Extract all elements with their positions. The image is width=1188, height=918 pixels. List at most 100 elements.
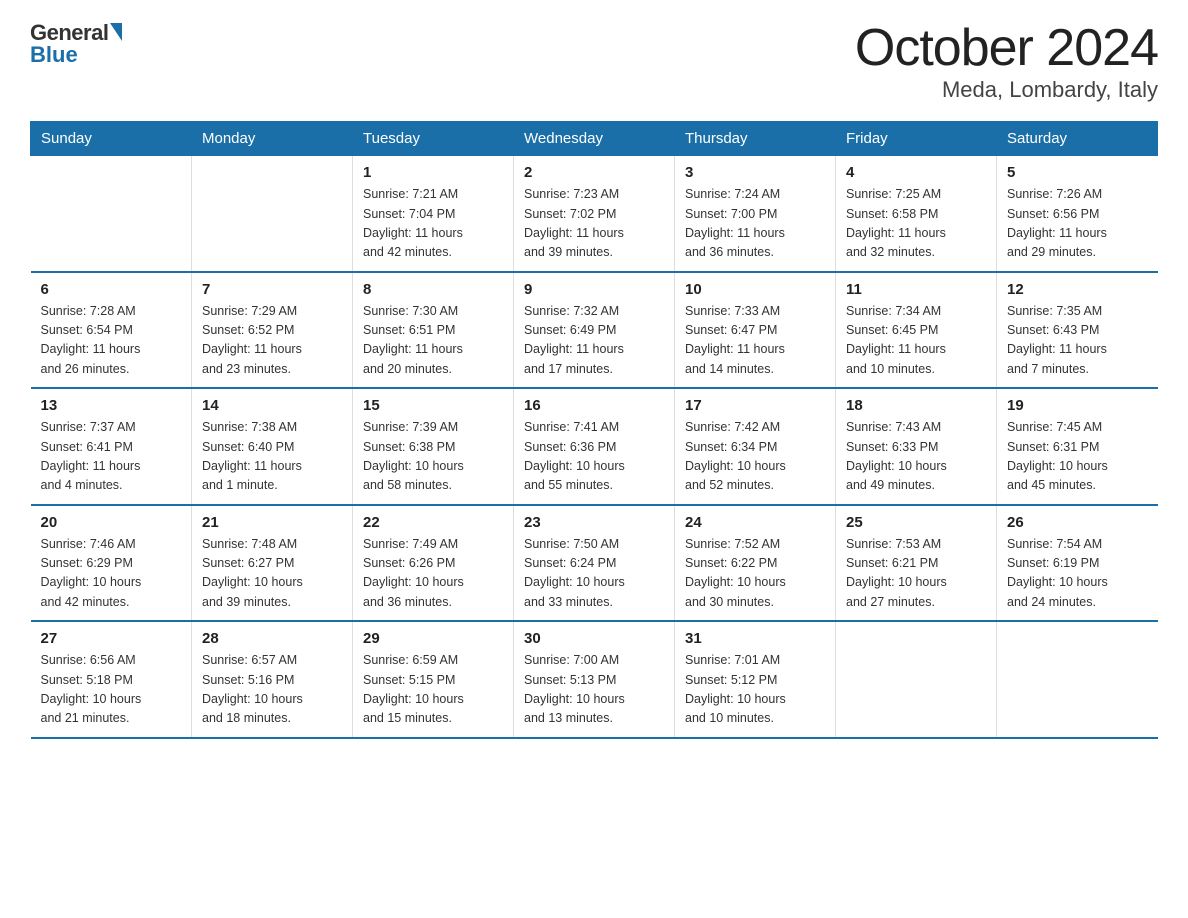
week-row-4: 20 Sunrise: 7:46 AM Sunset: 6:29 PM Dayli… bbox=[31, 505, 1158, 622]
day-info: Sunrise: 7:43 AM Sunset: 6:33 PM Dayligh… bbox=[846, 418, 986, 496]
day-number: 2 bbox=[524, 164, 664, 181]
calendar-subtitle: Meda, Lombardy, Italy bbox=[855, 77, 1158, 103]
calendar-cell: 18Sunrise: 7:43 AM Sunset: 6:33 PM Dayli… bbox=[836, 388, 997, 505]
day-info: Sunrise: 7:28 AM Sunset: 6:54 PM Dayligh… bbox=[41, 302, 182, 380]
day-info: Sunrise: 7:54 AM Sunset: 6:19 PM Dayligh… bbox=[1007, 535, 1148, 613]
day-info: Sunrise: 7:45 AM Sunset: 6:31 PM Dayligh… bbox=[1007, 418, 1148, 496]
day-number: 5 bbox=[1007, 164, 1148, 181]
calendar-cell: 12 Sunrise: 7:35 AM Sunset: 6:43 PM Dayli… bbox=[997, 272, 1158, 389]
week-row-2: 6 Sunrise: 7:28 AM Sunset: 6:54 PM Daylig… bbox=[31, 272, 1158, 389]
calendar-cell: 1Sunrise: 7:21 AM Sunset: 7:04 PM Daylig… bbox=[353, 156, 514, 272]
day-info: Sunrise: 7:29 AM Sunset: 6:52 PM Dayligh… bbox=[202, 302, 342, 380]
calendar-cell: 7Sunrise: 7:29 AM Sunset: 6:52 PM Daylig… bbox=[192, 272, 353, 389]
day-info: Sunrise: 7:53 AM Sunset: 6:21 PM Dayligh… bbox=[846, 535, 986, 613]
day-number: 24 bbox=[685, 514, 825, 531]
day-info: Sunrise: 7:26 AM Sunset: 6:56 PM Dayligh… bbox=[1007, 185, 1148, 263]
calendar-cell bbox=[192, 156, 353, 272]
day-number: 12 bbox=[1007, 281, 1148, 298]
calendar-cell: 23Sunrise: 7:50 AM Sunset: 6:24 PM Dayli… bbox=[514, 505, 675, 622]
day-info: Sunrise: 6:59 AM Sunset: 5:15 PM Dayligh… bbox=[363, 651, 503, 729]
calendar-cell: 11 Sunrise: 7:34 AM Sunset: 6:45 PM Dayli… bbox=[836, 272, 997, 389]
day-number: 27 bbox=[41, 630, 182, 647]
day-info: Sunrise: 7:35 AM Sunset: 6:43 PM Dayligh… bbox=[1007, 302, 1148, 380]
calendar-title: October 2024 bbox=[855, 20, 1158, 77]
day-number: 15 bbox=[363, 397, 503, 414]
day-info: Sunrise: 7:30 AM Sunset: 6:51 PM Dayligh… bbox=[363, 302, 503, 380]
day-number: 4 bbox=[846, 164, 986, 181]
calendar-cell: 21Sunrise: 7:48 AM Sunset: 6:27 PM Dayli… bbox=[192, 505, 353, 622]
day-number: 26 bbox=[1007, 514, 1148, 531]
day-number: 9 bbox=[524, 281, 664, 298]
day-info: Sunrise: 7:39 AM Sunset: 6:38 PM Dayligh… bbox=[363, 418, 503, 496]
day-info: Sunrise: 7:41 AM Sunset: 6:36 PM Dayligh… bbox=[524, 418, 664, 496]
day-info: Sunrise: 6:57 AM Sunset: 5:16 PM Dayligh… bbox=[202, 651, 342, 729]
day-info: Sunrise: 7:38 AM Sunset: 6:40 PM Dayligh… bbox=[202, 418, 342, 496]
day-number: 6 bbox=[41, 281, 182, 298]
day-number: 21 bbox=[202, 514, 342, 531]
calendar-cell: 16 Sunrise: 7:41 AM Sunset: 6:36 PM Dayli… bbox=[514, 388, 675, 505]
day-info: Sunrise: 7:52 AM Sunset: 6:22 PM Dayligh… bbox=[685, 535, 825, 613]
calendar-cell: 30 Sunrise: 7:00 AM Sunset: 5:13 PM Dayli… bbox=[514, 621, 675, 738]
calendar-table: SundayMondayTuesdayWednesdayThursdayFrid… bbox=[30, 121, 1158, 739]
day-number: 19 bbox=[1007, 397, 1148, 414]
day-number: 13 bbox=[41, 397, 182, 414]
day-number: 10 bbox=[685, 281, 825, 298]
day-info: Sunrise: 7:24 AM Sunset: 7:00 PM Dayligh… bbox=[685, 185, 825, 263]
header-thursday: Thursday bbox=[675, 122, 836, 156]
day-info: Sunrise: 7:33 AM Sunset: 6:47 PM Dayligh… bbox=[685, 302, 825, 380]
calendar-cell: 10 Sunrise: 7:33 AM Sunset: 6:47 PM Dayli… bbox=[675, 272, 836, 389]
day-info: Sunrise: 7:00 AM Sunset: 5:13 PM Dayligh… bbox=[524, 651, 664, 729]
logo-blue-text: Blue bbox=[30, 42, 78, 68]
day-info: Sunrise: 7:46 AM Sunset: 6:29 PM Dayligh… bbox=[41, 535, 182, 613]
page-header: General Blue October 2024 Meda, Lombardy… bbox=[30, 20, 1158, 103]
day-info: Sunrise: 7:34 AM Sunset: 6:45 PM Dayligh… bbox=[846, 302, 986, 380]
calendar-cell: 6 Sunrise: 7:28 AM Sunset: 6:54 PM Daylig… bbox=[31, 272, 192, 389]
calendar-cell: 3 Sunrise: 7:24 AM Sunset: 7:00 PM Daylig… bbox=[675, 156, 836, 272]
day-number: 17 bbox=[685, 397, 825, 414]
day-info: Sunrise: 7:49 AM Sunset: 6:26 PM Dayligh… bbox=[363, 535, 503, 613]
day-info: Sunrise: 7:23 AM Sunset: 7:02 PM Dayligh… bbox=[524, 185, 664, 263]
day-number: 16 bbox=[524, 397, 664, 414]
day-number: 23 bbox=[524, 514, 664, 531]
day-number: 14 bbox=[202, 397, 342, 414]
day-number: 22 bbox=[363, 514, 503, 531]
day-info: Sunrise: 6:56 AM Sunset: 5:18 PM Dayligh… bbox=[41, 651, 182, 729]
calendar-cell: 4 Sunrise: 7:25 AM Sunset: 6:58 PM Daylig… bbox=[836, 156, 997, 272]
calendar-cell: 2 Sunrise: 7:23 AM Sunset: 7:02 PM Daylig… bbox=[514, 156, 675, 272]
week-row-5: 27 Sunrise: 6:56 AM Sunset: 5:18 PM Dayli… bbox=[31, 621, 1158, 738]
calendar-cell: 17Sunrise: 7:42 AM Sunset: 6:34 PM Dayli… bbox=[675, 388, 836, 505]
calendar-cell: 22 Sunrise: 7:49 AM Sunset: 6:26 PM Dayli… bbox=[353, 505, 514, 622]
calendar-cell: 19 Sunrise: 7:45 AM Sunset: 6:31 PM Dayli… bbox=[997, 388, 1158, 505]
header-friday: Friday bbox=[836, 122, 997, 156]
week-row-1: 1Sunrise: 7:21 AM Sunset: 7:04 PM Daylig… bbox=[31, 156, 1158, 272]
calendar-cell: 31Sunrise: 7:01 AM Sunset: 5:12 PM Dayli… bbox=[675, 621, 836, 738]
calendar-cell: 26 Sunrise: 7:54 AM Sunset: 6:19 PM Dayli… bbox=[997, 505, 1158, 622]
header-sunday: Sunday bbox=[31, 122, 192, 156]
calendar-cell: 25 Sunrise: 7:53 AM Sunset: 6:21 PM Dayli… bbox=[836, 505, 997, 622]
calendar-cell: 27 Sunrise: 6:56 AM Sunset: 5:18 PM Dayli… bbox=[31, 621, 192, 738]
calendar-cell: 5 Sunrise: 7:26 AM Sunset: 6:56 PM Daylig… bbox=[997, 156, 1158, 272]
calendar-cell: 28 Sunrise: 6:57 AM Sunset: 5:16 PM Dayli… bbox=[192, 621, 353, 738]
day-info: Sunrise: 7:25 AM Sunset: 6:58 PM Dayligh… bbox=[846, 185, 986, 263]
week-row-3: 13 Sunrise: 7:37 AM Sunset: 6:41 PM Dayli… bbox=[31, 388, 1158, 505]
calendar-cell: 20 Sunrise: 7:46 AM Sunset: 6:29 PM Dayli… bbox=[31, 505, 192, 622]
calendar-cell: 29 Sunrise: 6:59 AM Sunset: 5:15 PM Dayli… bbox=[353, 621, 514, 738]
logo: General Blue bbox=[30, 20, 122, 68]
day-number: 28 bbox=[202, 630, 342, 647]
title-section: October 2024 Meda, Lombardy, Italy bbox=[855, 20, 1158, 103]
day-number: 30 bbox=[524, 630, 664, 647]
header-monday: Monday bbox=[192, 122, 353, 156]
calendar-cell: 9Sunrise: 7:32 AM Sunset: 6:49 PM Daylig… bbox=[514, 272, 675, 389]
calendar-cell: 8Sunrise: 7:30 AM Sunset: 6:51 PM Daylig… bbox=[353, 272, 514, 389]
logo-triangle-icon bbox=[110, 23, 122, 41]
day-number: 25 bbox=[846, 514, 986, 531]
calendar-cell: 24 Sunrise: 7:52 AM Sunset: 6:22 PM Dayli… bbox=[675, 505, 836, 622]
day-info: Sunrise: 7:37 AM Sunset: 6:41 PM Dayligh… bbox=[41, 418, 182, 496]
day-number: 29 bbox=[363, 630, 503, 647]
day-number: 3 bbox=[685, 164, 825, 181]
day-number: 11 bbox=[846, 281, 986, 298]
day-number: 31 bbox=[685, 630, 825, 647]
calendar-cell bbox=[836, 621, 997, 738]
header-tuesday: Tuesday bbox=[353, 122, 514, 156]
day-number: 20 bbox=[41, 514, 182, 531]
